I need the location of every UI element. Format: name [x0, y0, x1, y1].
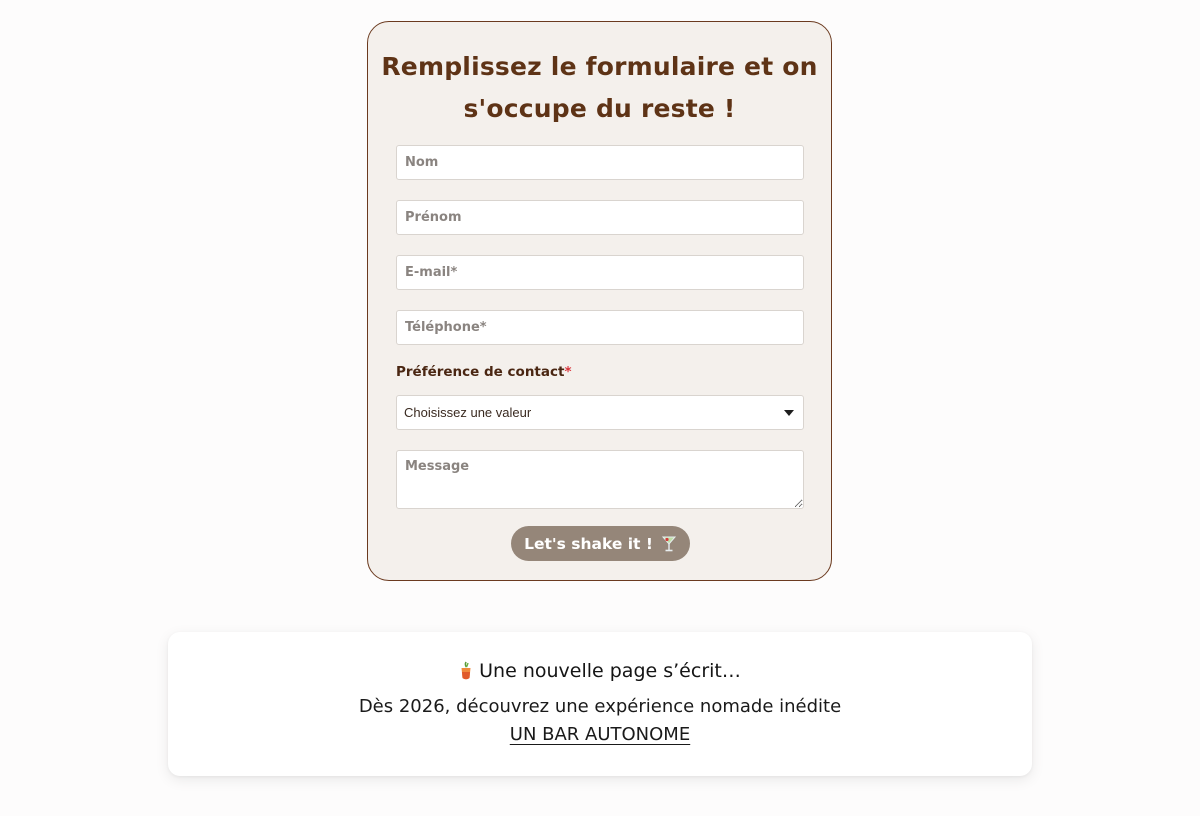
form-title: Remplissez le formulaire et on s'occupe d… — [368, 46, 831, 130]
submit-button[interactable]: Let's shake it ! — [511, 526, 690, 561]
announcement-heading-text: Une nouvelle page s’écrit… — [479, 660, 741, 682]
cocktail-drink-icon — [461, 661, 471, 680]
contact-preference-select[interactable]: Choisissez une valeur — [396, 395, 804, 430]
telephone-input[interactable] — [396, 310, 804, 345]
announcement-heading: Une nouvelle page s’écrit… — [168, 660, 1032, 682]
form-title-line2: s'occupe du reste ! — [463, 94, 736, 123]
submit-button-label: Let's shake it ! — [524, 534, 653, 553]
page: Remplissez le formulaire et on s'occupe d… — [0, 0, 1200, 816]
required-asterisk: * — [564, 364, 572, 380]
announcement-link-row: UN BAR AUTONOME — [168, 724, 1032, 745]
announcement-text: Dès 2026, découvrez une expérience nomad… — [358, 696, 842, 717]
contact-preference-label-text: Préférence de contact — [396, 364, 565, 380]
nom-input[interactable] — [396, 145, 804, 180]
prenom-input[interactable] — [396, 200, 804, 235]
message-textarea[interactable] — [396, 450, 804, 509]
cocktail-glass-icon — [661, 536, 677, 551]
contact-preference-label: Préférence de contact* — [396, 364, 572, 380]
bar-autonome-link[interactable]: UN BAR AUTONOME — [510, 724, 690, 745]
contact-form-card: Remplissez le formulaire et on s'occupe d… — [367, 21, 832, 581]
email-input[interactable] — [396, 255, 804, 290]
chevron-down-icon — [784, 410, 794, 416]
contact-preference-selected-value: Choisissez une valeur — [404, 405, 532, 420]
announcement-card: Une nouvelle page s’écrit… Dès 2026, déc… — [168, 632, 1032, 776]
form-title-line1: Remplissez le formulaire et on — [381, 52, 818, 81]
